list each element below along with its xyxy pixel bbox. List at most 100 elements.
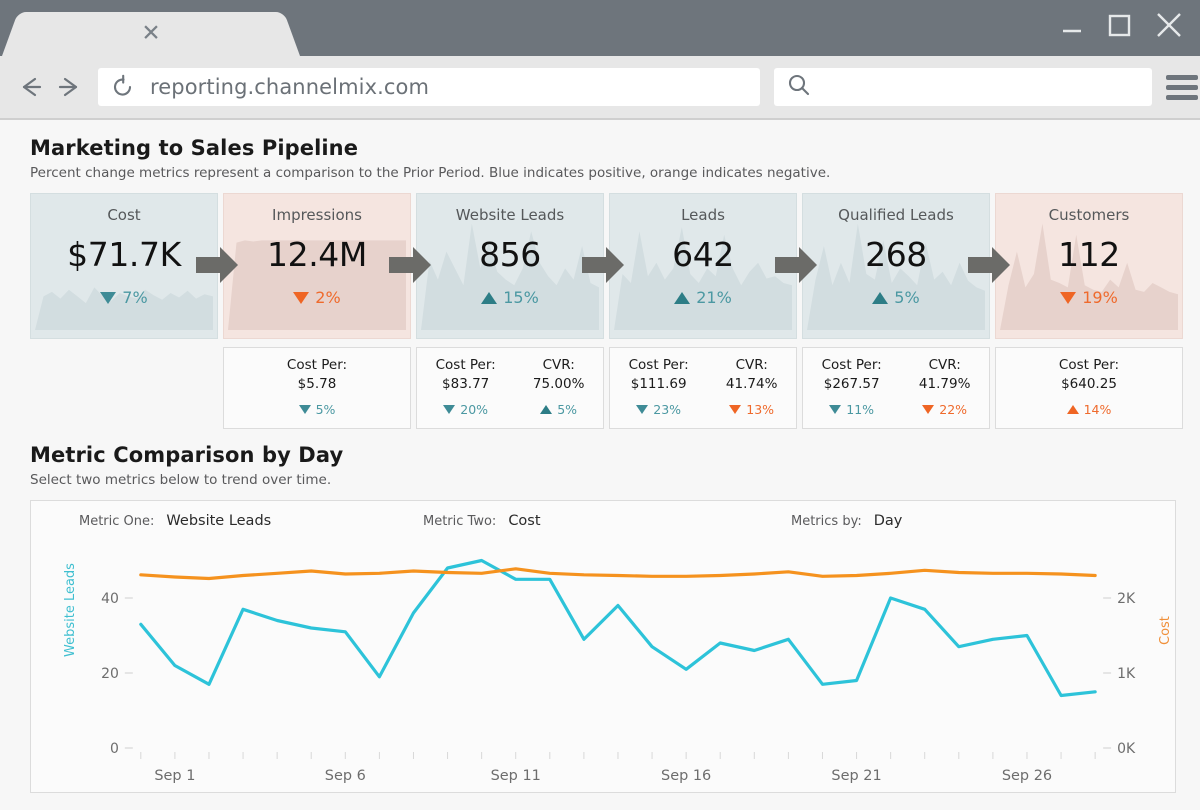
arrow-down-icon — [443, 405, 456, 414]
pipeline-card-value: $71.7K — [67, 235, 181, 274]
svg-text:1K: 1K — [1117, 666, 1136, 682]
hamburger-menu-icon[interactable] — [1166, 74, 1200, 100]
pipeline-subcard[interactable]: Cost Per: $5.78 5% — [223, 347, 411, 429]
delta-value: 13% — [746, 402, 775, 417]
pipeline-card[interactable]: Website Leads 856 15% — [416, 193, 604, 339]
metric-one-value[interactable]: Website Leads — [166, 513, 271, 529]
pipeline-arrow-icon — [196, 245, 238, 285]
search-box[interactable] — [774, 68, 1152, 106]
pipeline-subcard[interactable]: Cost Per: $640.25 14% — [995, 347, 1183, 429]
delta-value: 7% — [122, 288, 148, 307]
pipeline-subcard[interactable]: Cost Per: $83.77 20% CVR: 75.00% 5% — [416, 347, 604, 429]
subcard-metric-value: $83.77 — [442, 376, 490, 392]
back-arrow-icon[interactable] — [16, 73, 46, 101]
subcard-metric-value: 41.79% — [918, 376, 971, 392]
delta-value: 5% — [894, 288, 920, 307]
subcard-metric-label: Cost Per: — [821, 357, 882, 373]
page-title: Marketing to Sales Pipeline Percent chan… — [30, 136, 1176, 181]
svg-text:Sep 11: Sep 11 — [491, 768, 541, 784]
subcard-metric-label: Cost Per: — [1058, 357, 1120, 373]
subcard-metric-delta: 5% — [298, 402, 336, 417]
delta-value: 11% — [846, 402, 875, 417]
pipeline-card-value: 268 — [865, 235, 927, 274]
pipeline-arrow-icon — [968, 245, 1010, 285]
pipeline-card-delta: 15% — [481, 288, 539, 307]
chart-subtitle: Select two metrics below to trend over t… — [30, 472, 332, 488]
metric-one-selector[interactable]: Metric One: Website Leads — [79, 513, 271, 529]
subcard-metric-label: CVR: — [928, 357, 961, 373]
tab-close-icon[interactable]: ✕ — [141, 22, 160, 46]
subcard-metric-value: 41.74% — [725, 376, 778, 392]
pipeline-card-title: Customers — [1048, 206, 1130, 224]
navigation-buttons — [16, 73, 84, 101]
pipeline-card[interactable]: Leads 642 21% — [609, 193, 797, 339]
subcard-metric: CVR: 75.00% 5% — [533, 357, 584, 417]
subcard-metric-label: CVR: — [735, 357, 768, 373]
subcard-metric-value: $640.25 — [1061, 376, 1117, 392]
delta-value: 23% — [653, 402, 682, 417]
subcard-metric-delta: 11% — [829, 402, 874, 417]
pipeline-card[interactable]: Qualified Leads 268 5% — [802, 193, 990, 339]
svg-text:Sep 6: Sep 6 — [325, 768, 366, 784]
reload-icon[interactable] — [110, 74, 136, 100]
pipeline-card-title: Qualified Leads — [838, 206, 954, 224]
subcard-metric-value: 75.00% — [532, 376, 585, 392]
pipeline-subcard[interactable]: Cost Per: $111.69 23% CVR: 41.74% 13% — [609, 347, 797, 429]
arrow-down-icon — [922, 405, 935, 414]
line-chart-plot: 0 20 40 0K 1K 2K Sep 1 Sep 6 Sep 11 Sep 16 Sep 21 S… — [31, 545, 1175, 794]
subcard-metric: Cost Per: $83.77 20% — [436, 357, 496, 417]
svg-text:Sep 16: Sep 16 — [661, 768, 711, 784]
pipeline-card-content: Customers 112 19% — [996, 194, 1182, 338]
address-bar[interactable]: reporting.channelmix.com — [98, 68, 760, 106]
metrics-by-selector[interactable]: Metrics by: Day — [791, 513, 902, 529]
pipeline-card-title: Leads — [681, 206, 725, 224]
pipeline-card-content: Cost $71.7K 7% — [31, 194, 217, 338]
svg-text:0K: 0K — [1117, 741, 1136, 757]
close-window-icon[interactable] — [1152, 8, 1186, 42]
pipeline-card-content: Website Leads 856 15% — [417, 194, 603, 338]
search-input[interactable] — [820, 77, 1140, 97]
pipeline-subcards-row: Cost Per: $5.78 5% Cost Per: $83.77 20% CVR: 75… — [30, 347, 1183, 429]
svg-text:40: 40 — [101, 591, 119, 607]
delta-value: 21% — [696, 288, 732, 307]
svg-text:Sep 21: Sep 21 — [831, 768, 881, 784]
pipeline-card[interactable]: Impressions 12.4M 2% — [223, 193, 411, 339]
pipeline-card-delta: 2% — [293, 288, 341, 307]
pipeline-arrow-icon — [389, 245, 431, 285]
forward-arrow-icon[interactable] — [54, 73, 84, 101]
subcard-metric-delta: 5% — [540, 402, 577, 417]
window-controls — [1058, 8, 1186, 42]
subcard-metric-delta: 20% — [443, 402, 488, 417]
arrow-up-icon — [481, 291, 498, 304]
maximize-icon[interactable] — [1104, 10, 1134, 40]
metric-two-label: Metric Two: — [423, 514, 497, 529]
pipeline-arrow-icon — [775, 245, 817, 285]
subcard-metric-label: CVR: — [542, 357, 575, 373]
arrow-down-icon — [100, 291, 117, 304]
search-icon — [786, 72, 812, 102]
url-text[interactable]: reporting.channelmix.com — [150, 75, 429, 99]
pipeline-subcard[interactable]: Cost Per: $267.57 11% CVR: 41.79% 22% — [802, 347, 990, 429]
arrow-up-icon — [540, 405, 553, 414]
pipeline-card[interactable]: Customers 112 19% — [995, 193, 1183, 339]
minimize-icon[interactable] — [1058, 11, 1086, 39]
metric-two-selector[interactable]: Metric Two: Cost — [423, 513, 541, 529]
pipeline-card-delta: 5% — [872, 288, 920, 307]
subcard-metric-value: $267.57 — [823, 376, 880, 392]
pipeline-card-title: Impressions — [272, 206, 362, 224]
metric-one-label: Metric One: — [79, 514, 155, 529]
pipeline-cards-row: Cost $71.7K 7% Impressions 12.4M 2% Website Le… — [30, 193, 1183, 339]
browser-tab[interactable]: ✕ — [24, 12, 278, 56]
pipeline-card-content: Qualified Leads 268 5% — [803, 194, 989, 338]
delta-value: 20% — [460, 402, 489, 417]
pipeline-card-delta: 19% — [1060, 288, 1118, 307]
arrow-down-icon — [636, 405, 649, 414]
metrics-by-label: Metrics by: — [791, 514, 862, 529]
chart-title: Metric Comparison by Day — [30, 443, 344, 467]
subcard-metric-value: $111.69 — [630, 376, 687, 392]
pipeline-card[interactable]: Cost $71.7K 7% — [30, 193, 218, 339]
metric-two-value[interactable]: Cost — [508, 513, 540, 529]
metrics-by-value[interactable]: Day — [874, 513, 903, 529]
delta-value: 5% — [315, 402, 336, 417]
subcard-metric-label: Cost Per: — [435, 357, 496, 373]
